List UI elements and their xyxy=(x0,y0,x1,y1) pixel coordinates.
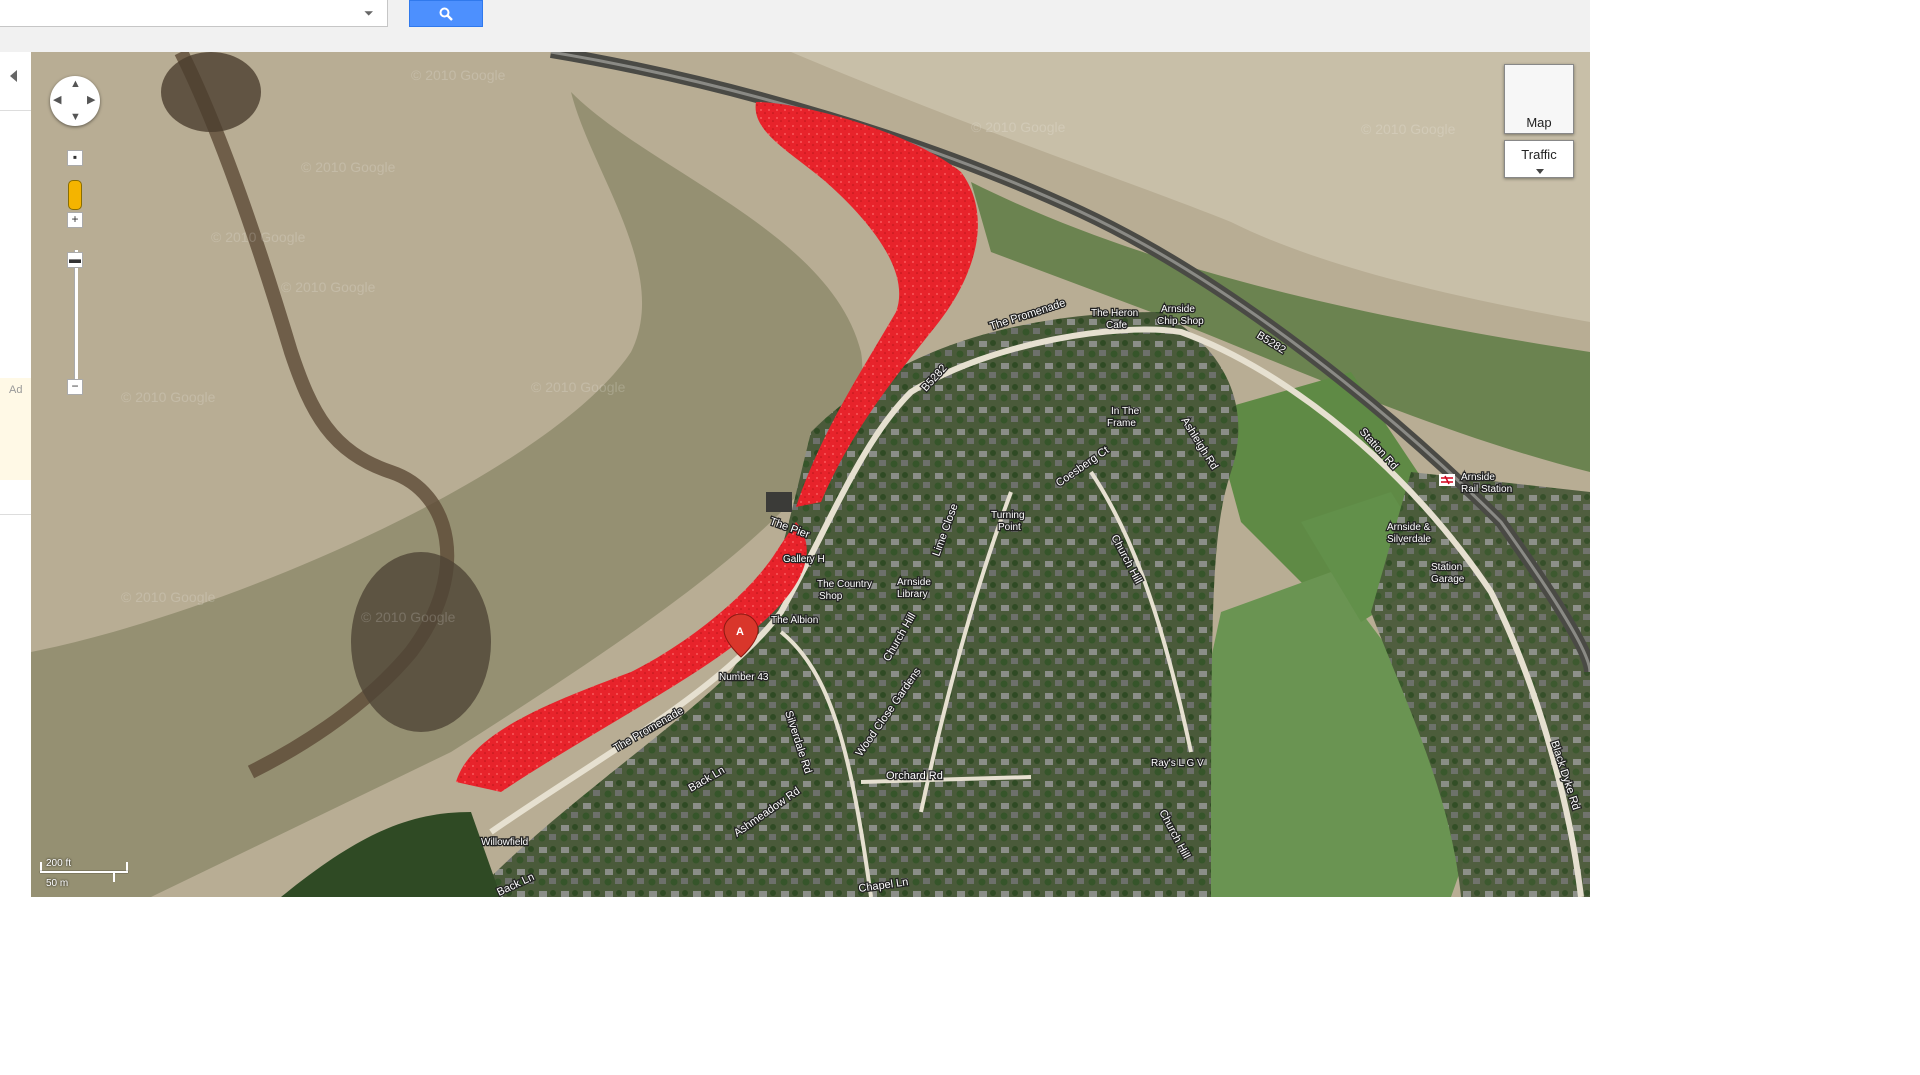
poi-label: Turning xyxy=(991,510,1025,521)
pan-down-icon[interactable]: ▼ xyxy=(70,112,81,123)
poi-label: Library xyxy=(897,589,928,600)
chevron-down-icon xyxy=(1536,169,1544,174)
pier xyxy=(766,492,792,512)
poi-label: The Country xyxy=(817,579,872,590)
imagery-watermark: © 2010 Google xyxy=(211,229,306,245)
search-button[interactable] xyxy=(409,0,483,27)
poi-label: Garage xyxy=(1431,574,1465,585)
imagery-watermark: © 2010 Google xyxy=(281,279,376,295)
imagery-watermark: © 2010 Google xyxy=(121,389,216,405)
dark-sandbank xyxy=(161,52,261,132)
zoom-slider-handle[interactable]: ▬ xyxy=(67,252,83,268)
top-search-bar: ⏷ xyxy=(0,0,1590,53)
pan-left-icon[interactable]: ◀ xyxy=(53,95,61,106)
search-input[interactable] xyxy=(0,0,388,27)
imagery-watermark: © 2010 Google xyxy=(301,159,396,175)
pan-up-icon[interactable]: ▲ xyxy=(70,79,81,90)
poi-label: Chip Shop xyxy=(1157,316,1204,327)
poi-label: In The xyxy=(1111,406,1140,417)
search-dropdown-icon[interactable]: ⏷ xyxy=(364,6,374,21)
location-marker-letter: A xyxy=(736,626,744,638)
poi-label: Arnside xyxy=(897,577,931,588)
zoom-out-button[interactable]: − xyxy=(67,379,83,395)
map-type-button[interactable]: Map xyxy=(1504,64,1574,134)
poi-label: Willowfield xyxy=(481,837,528,848)
poi-label: Arnside & xyxy=(1387,522,1431,533)
zoom-slider-track[interactable] xyxy=(74,250,78,386)
poi-label: Frame xyxy=(1107,418,1136,429)
zoom-in-button[interactable]: + xyxy=(67,212,83,228)
poi-label: Point xyxy=(998,522,1021,533)
scale-feet: 200 ft xyxy=(46,858,72,869)
map-canvas[interactable]: © 2010 Google © 2010 Google © 2010 Googl… xyxy=(31,52,1590,897)
pegman-icon[interactable] xyxy=(68,180,82,210)
scale-tick xyxy=(113,871,115,882)
poi-label: Gallery H xyxy=(783,554,825,565)
rail-station-icon xyxy=(1439,474,1455,486)
pan-right-icon[interactable]: ▶ xyxy=(87,95,95,106)
imagery-watermark: © 2010 Google xyxy=(411,67,506,83)
poi-label: Arnside xyxy=(1161,304,1195,315)
scale-meters: 50 m xyxy=(46,878,69,889)
poi-label: Station xyxy=(1431,562,1462,573)
panel-divider xyxy=(0,110,31,111)
imagery-watermark: © 2010 Google xyxy=(1361,121,1456,137)
poi-label: Arnside xyxy=(1461,472,1495,483)
poi-label: The Albion xyxy=(771,615,818,626)
pan-control[interactable]: ▲ ▼ ◀ ▶ xyxy=(50,76,100,126)
imagery-watermark: © 2010 Google xyxy=(971,119,1066,135)
poi-label: Shop xyxy=(819,591,843,602)
poi-label: The Heron xyxy=(1091,308,1138,319)
poi-label: Rail Station xyxy=(1461,484,1512,495)
road-label: Orchard Rd xyxy=(886,770,943,782)
search-icon xyxy=(439,7,453,21)
scale-bar: 200 ft 50 m xyxy=(38,858,133,889)
traffic-button[interactable]: Traffic xyxy=(1504,140,1574,178)
ad-label: Ad xyxy=(9,384,23,396)
poi-label: Ray's L G V xyxy=(1151,758,1204,769)
imagery-watermark: © 2010 Google xyxy=(531,379,626,395)
map-type-label: Map xyxy=(1526,115,1552,130)
imagery-watermark: © 2010 Google xyxy=(121,589,216,605)
poi-label: Number 43 xyxy=(719,672,769,683)
dark-sandbank xyxy=(351,552,491,732)
poi-label: Cafe xyxy=(1106,320,1128,331)
traffic-label: Traffic xyxy=(1521,147,1557,162)
chevron-left-icon[interactable] xyxy=(10,70,17,82)
imagery-watermark: © 2010 Google xyxy=(361,609,456,625)
panel-divider xyxy=(0,514,31,515)
poi-label: Silverdale xyxy=(1387,534,1431,545)
reset-view-button[interactable]: ▪ xyxy=(67,150,83,166)
